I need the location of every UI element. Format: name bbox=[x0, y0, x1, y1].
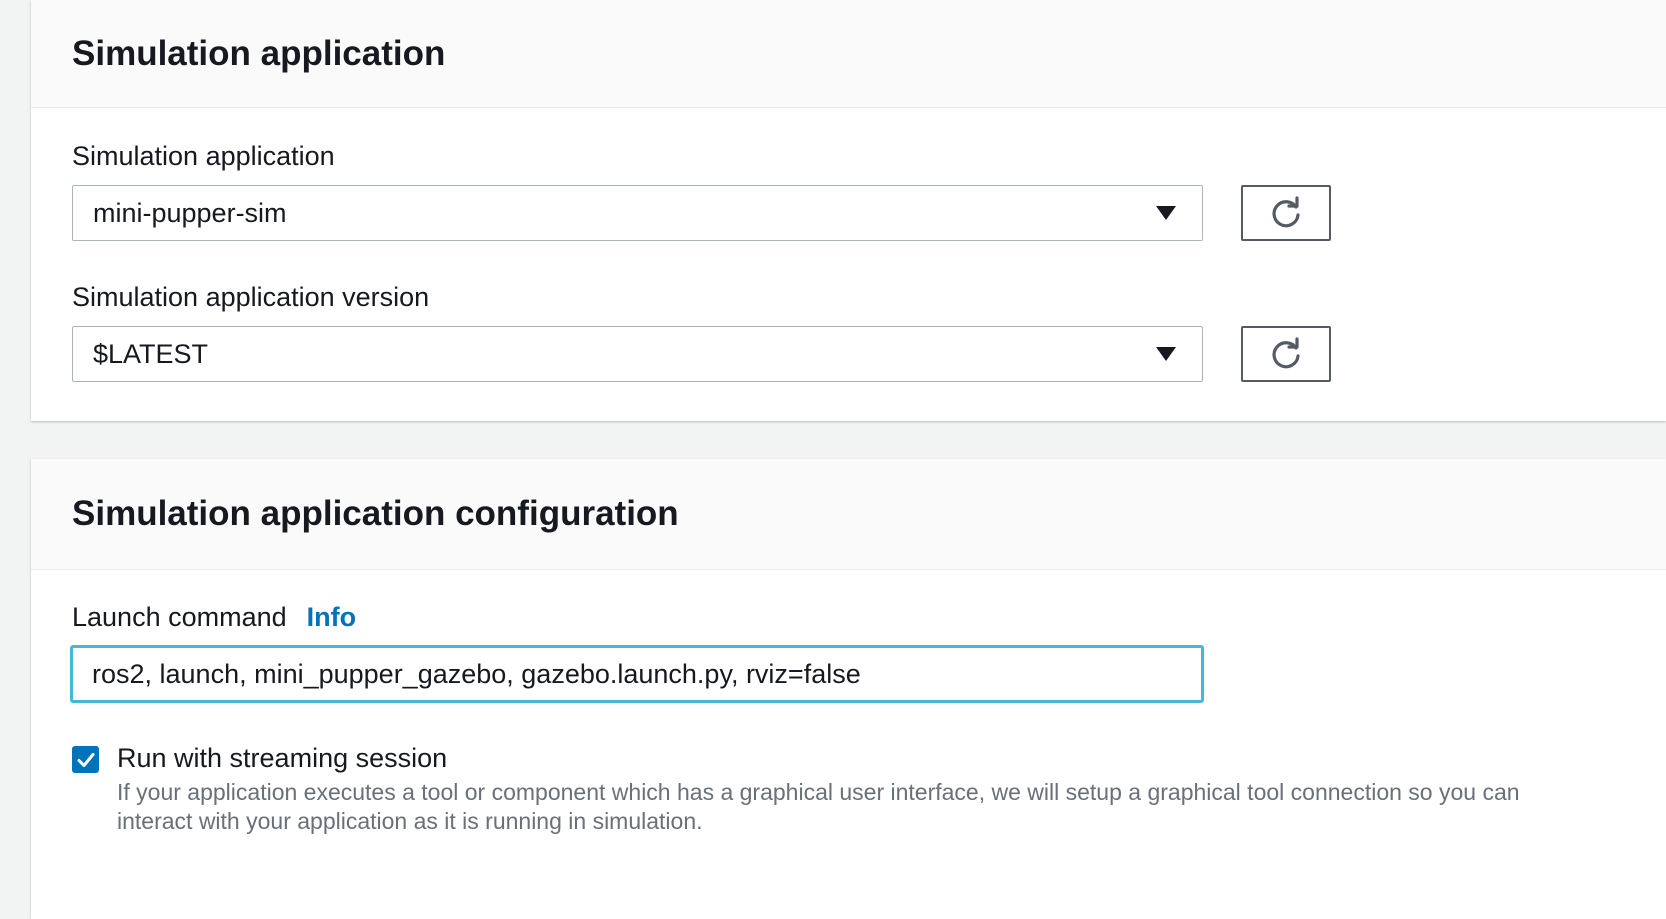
streaming-session-label: Run with streaming session bbox=[117, 743, 448, 773]
refresh-version-button[interactable] bbox=[1241, 326, 1331, 382]
check-icon bbox=[77, 752, 94, 767]
launch-command-label: Launch command Info bbox=[72, 602, 356, 633]
panel-header: Simulation application bbox=[31, 0, 1666, 108]
launch-command-label-text: Launch command bbox=[72, 602, 287, 632]
refresh-icon bbox=[1272, 196, 1300, 228]
streaming-session-checkbox[interactable] bbox=[72, 746, 99, 773]
select-value: mini-pupper-sim bbox=[93, 197, 287, 228]
simulation-application-select[interactable]: mini-pupper-sim bbox=[72, 185, 1203, 241]
input-value: ros2, launch, mini_pupper_gazebo, gazebo… bbox=[92, 658, 861, 689]
info-link[interactable]: Info bbox=[307, 602, 356, 632]
select-value: $LATEST bbox=[93, 338, 209, 369]
panel-title: Simulation application bbox=[72, 33, 446, 73]
simulation-application-configuration-panel: Simulation application configuration Lau… bbox=[31, 459, 1666, 919]
refresh-application-button[interactable] bbox=[1241, 185, 1331, 241]
caret-down-icon bbox=[1156, 206, 1176, 220]
panel-title: Simulation application configuration bbox=[72, 494, 679, 533]
simulation-application-version-label: Simulation application version bbox=[72, 282, 430, 312]
refresh-icon bbox=[1272, 337, 1300, 369]
simulation-application-version-select[interactable]: $LATEST bbox=[72, 326, 1203, 382]
simulation-application-label: Simulation application bbox=[72, 141, 335, 171]
simulation-application-panel: Simulation application Simulation applic… bbox=[31, 0, 1666, 421]
streaming-session-description: If your application executes a tool or c… bbox=[117, 779, 1520, 834]
panel-header: Simulation application configuration bbox=[31, 459, 1666, 570]
caret-down-icon bbox=[1156, 347, 1176, 361]
launch-command-input[interactable]: ros2, launch, mini_pupper_gazebo, gazebo… bbox=[70, 645, 1204, 703]
